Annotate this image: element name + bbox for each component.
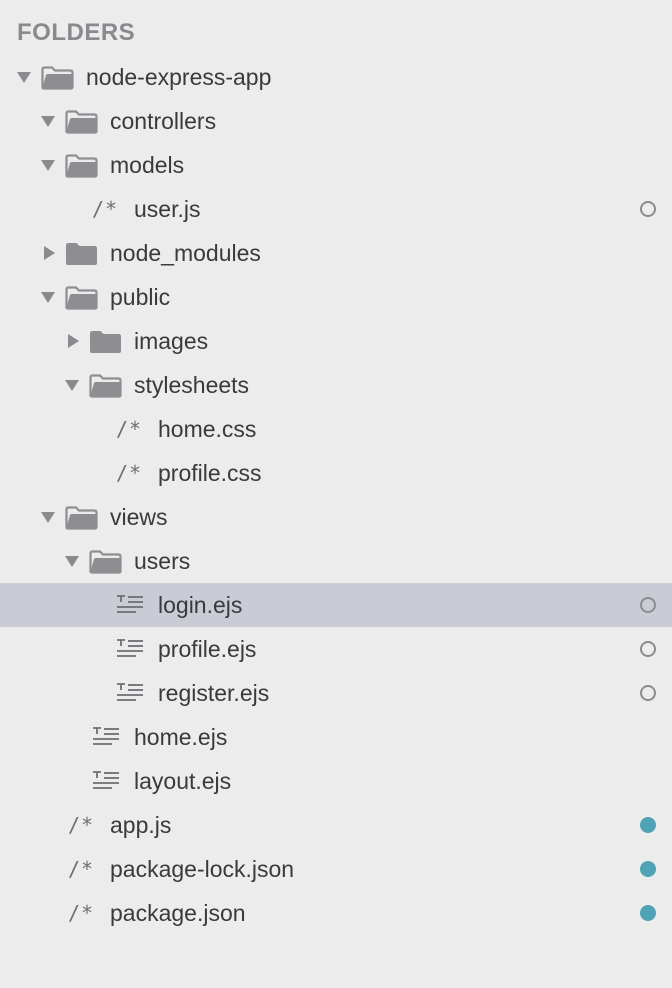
tree-folder-row[interactable]: node-express-app xyxy=(0,55,672,99)
comment-file-icon: /* xyxy=(68,857,95,881)
tree-item-label: node-express-app xyxy=(86,64,272,90)
tree-item-label: register.ejs xyxy=(158,680,270,706)
tree-item-label: controllers xyxy=(110,108,217,134)
folder-open-icon xyxy=(89,550,122,574)
tree-file-row[interactable]: /* user.js xyxy=(0,187,672,231)
tree-item-label: package.json xyxy=(110,900,246,926)
tree-item-label: home.ejs xyxy=(134,724,228,750)
tree-item-label: login.ejs xyxy=(158,592,243,618)
folder-open-icon xyxy=(65,110,98,134)
git-new-status-icon xyxy=(640,817,656,833)
file-tree: node-express-app controllers models /* user.… xyxy=(0,55,672,935)
tree-folder-row[interactable]: images xyxy=(0,319,672,363)
text-file-icon xyxy=(92,771,120,791)
tree-folder-row[interactable]: public xyxy=(0,275,672,319)
disclosure-expanded-icon[interactable] xyxy=(40,495,56,539)
git-new-status-icon xyxy=(640,861,656,877)
folder-open-icon xyxy=(65,286,98,310)
tree-file-row[interactable]: /* package.json xyxy=(0,891,672,935)
folder-open-icon xyxy=(65,154,98,178)
tree-item-label: home.css xyxy=(158,416,257,442)
disclosure-expanded-icon[interactable] xyxy=(40,143,56,187)
tree-item-label: stylesheets xyxy=(134,372,250,398)
comment-file-icon: /* xyxy=(68,901,95,925)
git-modified-status-icon xyxy=(640,685,656,701)
tree-file-row[interactable]: profile.ejs xyxy=(0,627,672,671)
folder-open-icon xyxy=(65,506,98,530)
tree-file-row[interactable]: /* profile.css xyxy=(0,451,672,495)
tree-file-row[interactable]: login.ejs xyxy=(0,583,672,627)
folders-header: FOLDERS xyxy=(17,19,136,46)
text-file-icon xyxy=(116,683,144,703)
disclosure-collapsed-icon[interactable] xyxy=(40,231,56,275)
text-file-icon xyxy=(116,639,144,659)
disclosure-expanded-icon[interactable] xyxy=(16,55,32,99)
comment-file-icon: /* xyxy=(116,461,143,485)
disclosure-expanded-icon[interactable] xyxy=(64,539,80,583)
tree-item-label: node_modules xyxy=(110,240,261,266)
tree-file-row[interactable]: register.ejs xyxy=(0,671,672,715)
tree-item-label: views xyxy=(110,504,168,530)
tree-file-row[interactable]: layout.ejs xyxy=(0,759,672,803)
tree-item-label: profile.css xyxy=(158,460,262,486)
disclosure-expanded-icon[interactable] xyxy=(64,363,80,407)
folders-sidebar: FOLDERS node-express-app controllers model… xyxy=(0,0,672,988)
folder-open-icon xyxy=(41,66,74,90)
tree-item-label: package-lock.json xyxy=(110,856,295,882)
tree-item-label: layout.ejs xyxy=(134,768,232,794)
comment-file-icon: /* xyxy=(68,813,95,837)
tree-file-row[interactable]: /* app.js xyxy=(0,803,672,847)
tree-item-label: public xyxy=(110,284,171,310)
text-file-icon xyxy=(92,727,120,747)
tree-file-row[interactable]: home.ejs xyxy=(0,715,672,759)
tree-item-label: models xyxy=(110,152,185,178)
tree-item-label: app.js xyxy=(110,812,172,838)
tree-folder-row[interactable]: stylesheets xyxy=(0,363,672,407)
tree-item-label: images xyxy=(134,328,209,354)
folder-closed-icon xyxy=(65,242,98,266)
tree-folder-row[interactable]: node_modules xyxy=(0,231,672,275)
tree-item-label: profile.ejs xyxy=(158,636,257,662)
folder-open-icon xyxy=(89,374,122,398)
tree-file-row[interactable]: /* home.css xyxy=(0,407,672,451)
comment-file-icon: /* xyxy=(92,197,119,221)
tree-item-label: users xyxy=(134,548,191,574)
disclosure-collapsed-icon[interactable] xyxy=(64,319,80,363)
text-file-icon xyxy=(116,595,144,615)
git-new-status-icon xyxy=(640,905,656,921)
tree-folder-row[interactable]: controllers xyxy=(0,99,672,143)
disclosure-expanded-icon[interactable] xyxy=(40,275,56,319)
tree-folder-row[interactable]: models xyxy=(0,143,672,187)
tree-folder-row[interactable]: views xyxy=(0,495,672,539)
disclosure-expanded-icon[interactable] xyxy=(40,99,56,143)
git-modified-status-icon xyxy=(640,597,656,613)
tree-file-row[interactable]: /* package-lock.json xyxy=(0,847,672,891)
folder-closed-icon xyxy=(89,330,122,354)
git-modified-status-icon xyxy=(640,641,656,657)
git-modified-status-icon xyxy=(640,201,656,217)
tree-folder-row[interactable]: users xyxy=(0,539,672,583)
tree-item-label: user.js xyxy=(134,196,201,222)
comment-file-icon: /* xyxy=(116,417,143,441)
